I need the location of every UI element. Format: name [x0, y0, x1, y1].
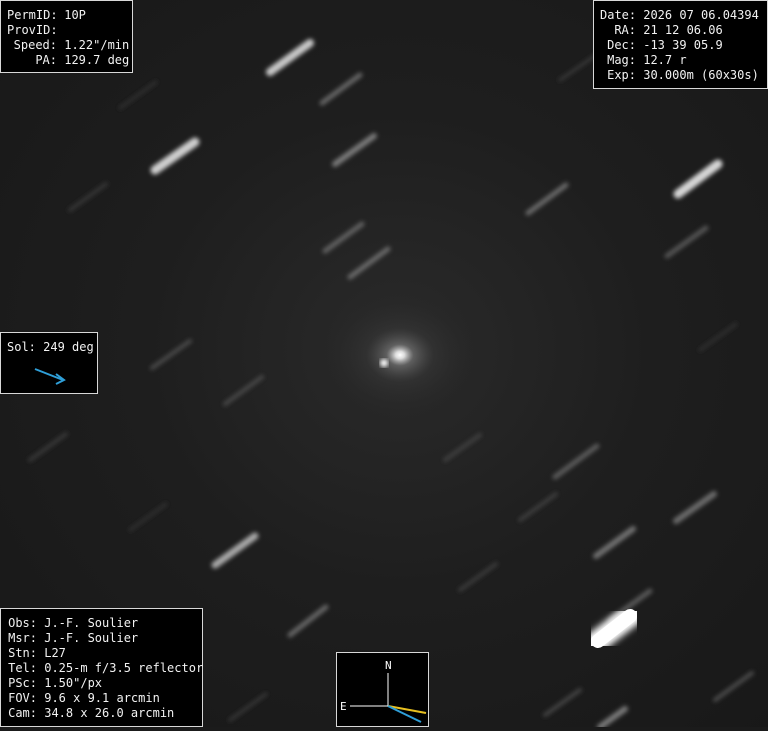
star-trail — [118, 80, 158, 110]
target-info-panel: PermID: 10P ProvID: Speed: 1.22"/min PA:… — [0, 0, 133, 73]
sol-value: 249 deg — [43, 340, 94, 354]
star-trail — [223, 375, 264, 406]
star-trail — [664, 225, 709, 259]
stn-value: L27 — [44, 646, 66, 660]
star-trail — [597, 706, 628, 730]
sun-direction-arrow-icon — [34, 368, 66, 385]
star-trail — [458, 562, 498, 592]
star-trail — [266, 39, 314, 76]
exp-row: Exp: 30.000m (60x30s) — [600, 68, 767, 83]
star-trail — [332, 133, 377, 167]
bright-star-core — [591, 609, 637, 648]
orientation-compass: N E — [336, 652, 429, 727]
obs-label: Obs: — [8, 616, 37, 630]
provid-label: ProvID: — [7, 23, 58, 37]
fov-row: FOV: 9.6 x 9.1 arcmin — [7, 691, 202, 706]
speed-label: Speed: — [13, 38, 57, 52]
psc-label: PSc: — [8, 676, 37, 690]
date-label: Date: — [600, 8, 637, 22]
star-trail — [673, 159, 723, 199]
pa-label: PA: — [35, 53, 57, 67]
star-trail — [713, 671, 754, 702]
mag-label: Mag: — [607, 53, 636, 67]
dec-value: -13 39 05.9 — [643, 38, 723, 52]
star-trail — [593, 526, 636, 559]
comet-coma — [325, 295, 475, 415]
date-row: Date: 2026 07 06.04394 — [600, 8, 767, 23]
star-trail — [552, 443, 600, 480]
star-trail — [673, 491, 717, 524]
permid-label: PermID: — [7, 8, 58, 22]
observation-info-panel: Date: 2026 07 06.04394 RA: 21 12 06.06 D… — [593, 0, 768, 89]
tel-value: 0.25-m f/3.5 reflector — [44, 661, 204, 675]
ra-value: 21 12 06.06 — [643, 23, 723, 37]
east-label: E — [340, 700, 347, 713]
sol-row: Sol: 249 deg — [7, 340, 97, 355]
psc-value: 1.50"/px — [44, 676, 103, 690]
stn-row: Stn: L27 — [7, 646, 202, 661]
star-trail — [558, 53, 598, 82]
speed-row: Speed: 1.22"/min — [7, 38, 132, 53]
obs-row: Obs: J.-F. Soulier — [7, 616, 202, 631]
star-trail — [443, 433, 482, 462]
fov-value: 9.6 x 9.1 arcmin — [44, 691, 160, 705]
stn-label: Stn: — [8, 646, 37, 660]
cam-value: 34.8 x 26.0 arcmin — [44, 706, 175, 720]
ra-row: RA: 21 12 06.06 — [600, 23, 767, 38]
star-trail — [518, 492, 558, 522]
msr-row: Msr: J.-F. Soulier — [7, 631, 202, 646]
ra-label: RA: — [614, 23, 636, 37]
obs-value: J.-F. Soulier — [44, 616, 139, 630]
provid-row: ProvID: — [7, 23, 132, 38]
tel-row: Tel: 0.25-m f/3.5 reflector — [7, 661, 204, 676]
exp-value: 30.000m (60x30s) — [643, 68, 759, 82]
permid-row: PermID: 10P — [7, 8, 132, 23]
star-trail — [211, 532, 259, 569]
star-trail — [128, 502, 168, 532]
msr-value: J.-F. Soulier — [44, 631, 139, 645]
cam-label: Cam: — [8, 706, 37, 720]
exp-label: Exp: — [607, 68, 636, 82]
star-trail — [698, 322, 738, 352]
star-trail — [150, 339, 192, 370]
star-trail — [287, 604, 329, 638]
star-trail — [319, 72, 363, 106]
sol-label: Sol: — [7, 340, 36, 354]
star-trail — [347, 246, 391, 280]
sun-direction-panel: Sol: 249 deg — [0, 332, 98, 394]
mag-value: 12.7 r — [643, 53, 687, 67]
cam-row: Cam: 34.8 x 26.0 arcmin — [7, 706, 202, 721]
star-trail — [525, 182, 569, 216]
star-trail — [68, 182, 108, 212]
psc-row: PSc: 1.50"/px — [7, 676, 202, 691]
star-trail — [150, 137, 200, 175]
dec-row: Dec: -13 39 05.9 — [600, 38, 767, 53]
star-trail — [543, 688, 582, 717]
star-trail — [28, 432, 68, 462]
tel-label: Tel: — [8, 661, 37, 675]
fov-label: FOV: — [8, 691, 37, 705]
compass-rose-icon: N E — [340, 659, 427, 723]
date-value: 2026 07 06.04394 — [643, 8, 759, 22]
speed-value: 1.22"/min — [64, 38, 130, 52]
station-info-panel: Obs: J.-F. Soulier Msr: J.-F. Soulier St… — [0, 608, 203, 727]
pa-value: 129.7 deg — [64, 53, 130, 67]
permid-value: 10P — [64, 8, 86, 22]
msr-label: Msr: — [8, 631, 37, 645]
north-label: N — [385, 659, 392, 672]
star-trail — [322, 221, 365, 254]
pa-row: PA: 129.7 deg — [7, 53, 132, 68]
mag-row: Mag: 12.7 r — [600, 53, 767, 68]
star-trail — [228, 692, 268, 722]
comet-nucleus — [380, 359, 388, 367]
dec-label: Dec: — [607, 38, 636, 52]
